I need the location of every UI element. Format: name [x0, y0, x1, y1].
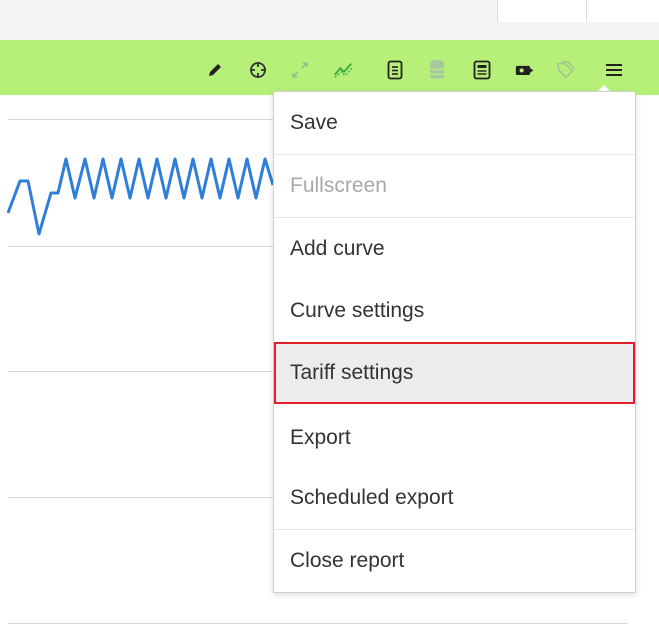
menu-item-curve-settings[interactable]: Curve settings — [274, 280, 635, 342]
hamburger-menu-icon[interactable] — [604, 60, 624, 80]
tags-icon[interactable] — [556, 60, 576, 80]
report-menu-dropdown: Save Fullscreen Add curve Curve settings… — [273, 91, 636, 593]
menu-item-add-curve[interactable]: Add curve — [274, 218, 635, 280]
database-icon[interactable] — [427, 60, 447, 80]
menu-item-close-report[interactable]: Close report — [274, 530, 635, 592]
chart-line — [6, 157, 275, 236]
crosshair-icon[interactable] — [248, 60, 268, 80]
menu-item-fullscreen: Fullscreen — [290, 174, 387, 197]
expand-icon[interactable] — [290, 60, 310, 80]
menu-item-export[interactable]: Export — [274, 407, 635, 469]
menu-item-scheduled-export[interactable]: Scheduled export — [274, 467, 635, 529]
tariff-tag-icon[interactable] — [515, 60, 535, 80]
trend-lines-icon[interactable] — [334, 60, 354, 80]
top-tab[interactable] — [497, 0, 587, 22]
menu-item-save[interactable]: Save — [274, 92, 635, 154]
pencil-icon[interactable] — [205, 60, 225, 80]
gridline — [8, 623, 628, 624]
top-tab[interactable] — [586, 0, 659, 22]
menu-item-tariff-settings[interactable]: Tariff settings — [274, 342, 635, 404]
document-icon[interactable] — [472, 60, 492, 80]
list-icon[interactable] — [385, 60, 405, 80]
